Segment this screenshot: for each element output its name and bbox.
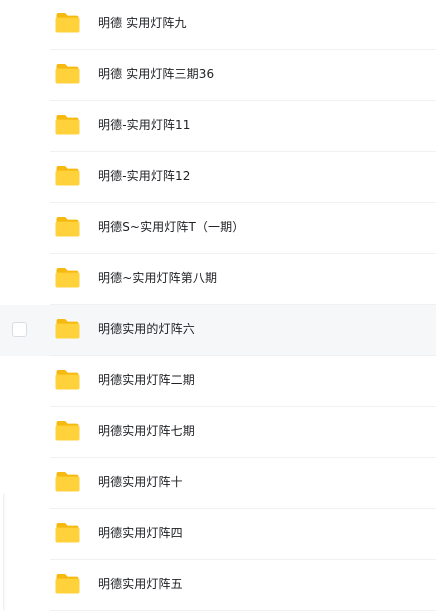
- file-list: 明德 实用灯阵九明德 实用灯阵三期36 明德-实用灯阵11 明德-实用灯阵12 明德S…: [0, 0, 436, 611]
- file-name[interactable]: 明德~实用灯阵第八期: [98, 269, 217, 287]
- file-name[interactable]: 明德-实用灯阵11: [98, 116, 191, 134]
- file-row[interactable]: 明德实用灯阵七期: [0, 407, 436, 458]
- folder-icon: [55, 63, 80, 84]
- file-row[interactable]: 明德实用灯阵十: [0, 458, 436, 509]
- select-checkbox[interactable]: [12, 322, 27, 337]
- file-row[interactable]: 明德 实用灯阵三期36: [0, 50, 436, 101]
- file-name[interactable]: 明德 实用灯阵九: [98, 14, 187, 32]
- side-panel-edge: [0, 494, 4, 610]
- file-name[interactable]: 明德实用灯阵五: [98, 575, 183, 593]
- folder-icon: [55, 216, 80, 237]
- folder-icon: [55, 522, 80, 543]
- folder-icon: [55, 318, 80, 339]
- file-row[interactable]: 明德实用灯阵二期: [0, 356, 436, 407]
- folder-icon: [55, 12, 80, 33]
- file-row[interactable]: 明德实用灯阵四: [0, 509, 436, 560]
- file-row[interactable]: 明德实用的灯阵六: [0, 305, 436, 356]
- file-row[interactable]: 明德-实用灯阵12: [0, 152, 436, 203]
- folder-icon: [55, 114, 80, 135]
- file-row[interactable]: 明德-实用灯阵11: [0, 101, 436, 152]
- file-name[interactable]: 明德实用灯阵四: [98, 524, 183, 542]
- file-name[interactable]: 明德-实用灯阵12: [98, 167, 191, 185]
- folder-icon: [55, 573, 80, 594]
- file-name[interactable]: 明德S~实用灯阵T（一期）: [98, 218, 244, 236]
- file-row[interactable]: 明德S~实用灯阵T（一期）: [0, 203, 436, 254]
- folder-icon: [55, 420, 80, 441]
- file-row[interactable]: 明德 实用灯阵九: [0, 0, 436, 50]
- file-row[interactable]: 明德实用灯阵五: [0, 560, 436, 611]
- file-name[interactable]: 明德实用的灯阵六: [98, 320, 195, 338]
- file-name[interactable]: 明德实用灯阵七期: [98, 422, 195, 440]
- folder-icon: [55, 369, 80, 390]
- folder-icon: [55, 267, 80, 288]
- folder-icon: [55, 471, 80, 492]
- file-name[interactable]: 明德实用灯阵十: [98, 473, 183, 491]
- file-name[interactable]: 明德 实用灯阵三期36: [98, 65, 214, 83]
- folder-icon: [55, 165, 80, 186]
- file-name[interactable]: 明德实用灯阵二期: [98, 371, 195, 389]
- file-row[interactable]: 明德~实用灯阵第八期: [0, 254, 436, 305]
